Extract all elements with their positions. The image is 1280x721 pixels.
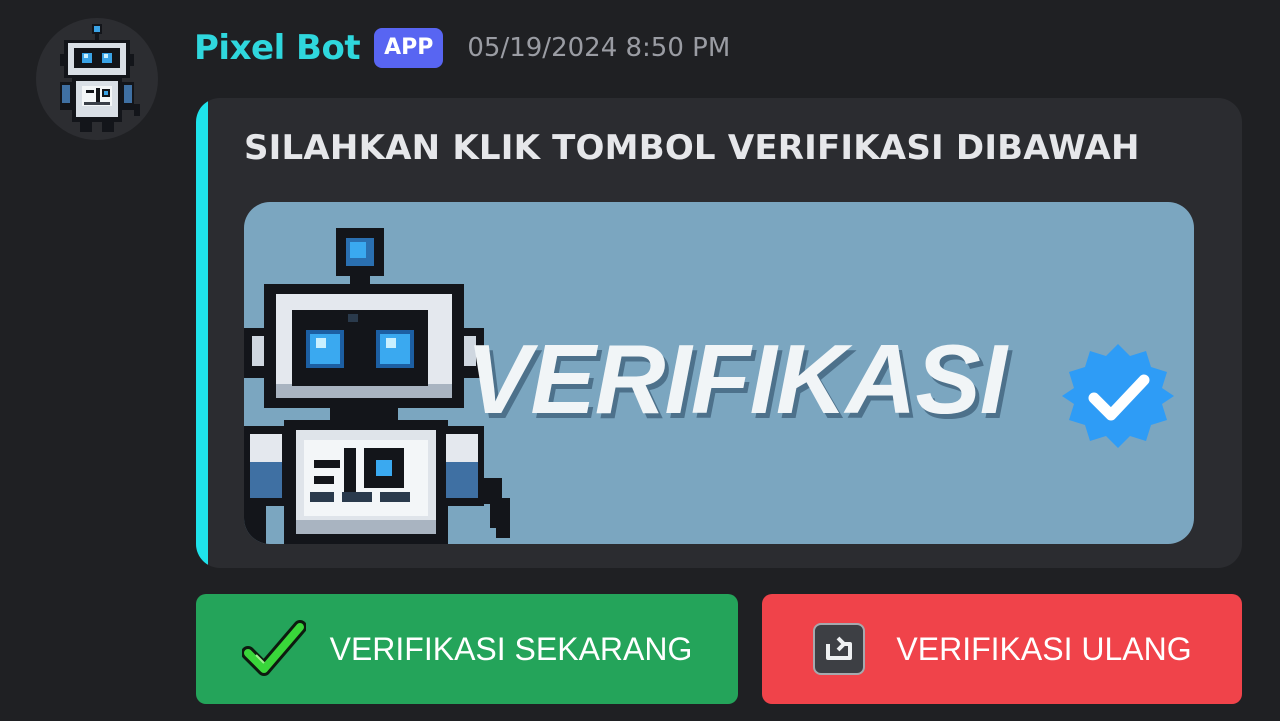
avatar[interactable] (36, 18, 158, 140)
chat-message: Pixel Bot APP 05/19/2024 8:50 PM SILAHKA… (0, 0, 1280, 721)
verify-now-label: VERIFIKASI SEKARANG (329, 630, 693, 667)
app-badge: APP (374, 28, 444, 68)
embed-image[interactable]: VERIFIKASI (244, 202, 1194, 544)
action-buttons: VERIFIKASI SEKARANG VERIFIKASI ULANG (196, 594, 1242, 704)
embed-card: SILAHKAN KLIK TOMBOL VERIFIKASI DIBAWAH (196, 98, 1242, 568)
embed-accent-bar (196, 98, 208, 568)
verify-now-button[interactable]: VERIFIKASI SEKARANG (196, 594, 738, 704)
verified-check-badge-icon (1062, 344, 1174, 448)
repeat-icon (812, 622, 866, 676)
banner-text: VERIFIKASI (466, 324, 1007, 434)
message-header: Pixel Bot APP 05/19/2024 8:50 PM (194, 24, 730, 72)
green-check-icon (241, 617, 306, 681)
pixel-robot-icon (60, 24, 140, 132)
embed-title: SILAHKAN KLIK TOMBOL VERIFIKASI DIBAWAH (244, 128, 1140, 168)
verify-again-label: VERIFIKASI ULANG (896, 630, 1192, 667)
verify-again-button[interactable]: VERIFIKASI ULANG (762, 594, 1242, 704)
username[interactable]: Pixel Bot (194, 28, 361, 68)
timestamp[interactable]: 05/19/2024 8:50 PM (467, 33, 730, 63)
